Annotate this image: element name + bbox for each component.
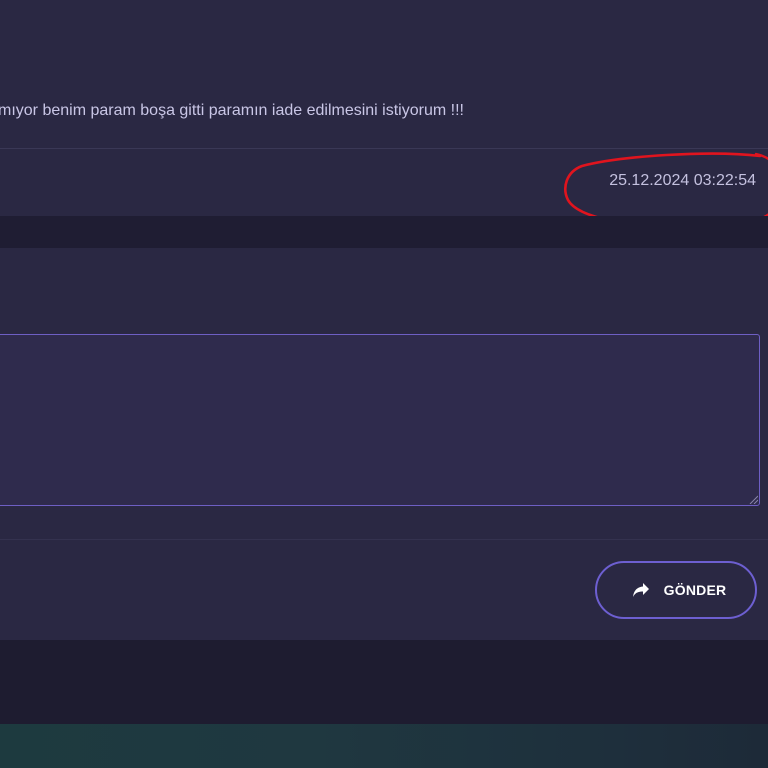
message-timestamp: 25.12.2024 03:22:54 — [609, 172, 756, 189]
share-arrow-icon — [632, 582, 650, 598]
reply-textarea[interactable] — [0, 334, 760, 506]
ticket-page: mıyor benim param boşa gitti paramın iad… — [0, 0, 768, 768]
section-gap — [0, 216, 768, 248]
send-button[interactable]: GÖNDER — [595, 561, 757, 619]
message-text: mıyor benim param boşa gitti paramın iad… — [0, 102, 464, 119]
page-background — [0, 640, 768, 724]
divider — [0, 539, 768, 540]
send-button-label: GÖNDER — [663, 582, 727, 598]
divider — [0, 148, 768, 149]
message-card: mıyor benim param boşa gitti paramın iad… — [0, 0, 768, 216]
footer-strip — [0, 724, 768, 768]
reply-card: GÖNDER — [0, 248, 768, 640]
